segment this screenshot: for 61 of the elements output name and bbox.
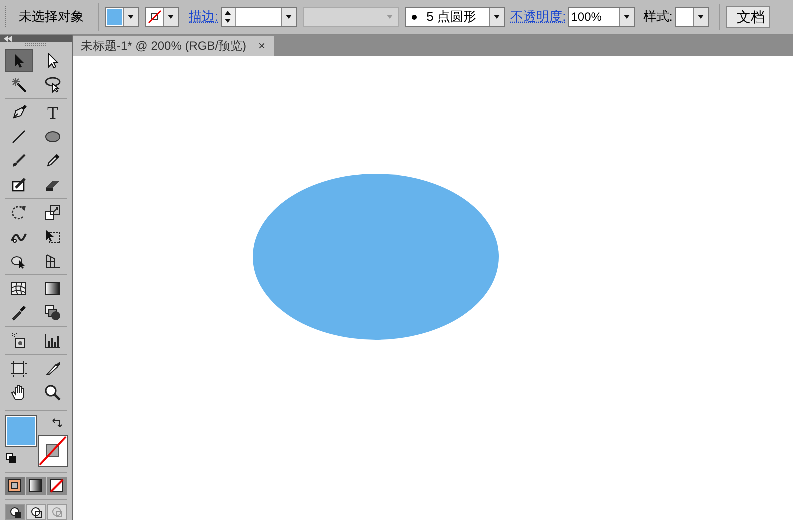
magic-wand-icon [11, 76, 27, 92]
perspective-grid-icon [45, 252, 61, 268]
drawing-mode-button[interactable] [26, 504, 46, 520]
gradient-icon [45, 280, 61, 296]
artboard-icon [11, 360, 27, 376]
style-label: 样式: [643, 8, 673, 26]
stroke-link[interactable]: 描边: [189, 7, 219, 27]
no-stroke-icon [39, 436, 67, 466]
ellipse-icon [45, 128, 61, 144]
default-colors-icon[interactable] [6, 453, 16, 463]
eyedropper-icon [11, 304, 27, 320]
mesh-icon [11, 280, 27, 296]
document-tab[interactable]: 未标题-1* @ 200% (RGB/预览) × [73, 36, 274, 56]
draw-mode-button[interactable] [47, 477, 67, 495]
no-stroke-icon [148, 10, 162, 24]
opacity-field[interactable]: 100% [568, 7, 636, 27]
draw-mode-button[interactable] [5, 477, 25, 495]
grip-icon[interactable] [4, 6, 7, 28]
draw-behind-icon [30, 506, 42, 518]
dropdown-button[interactable] [280, 8, 296, 26]
style-dropdown[interactable] [674, 7, 709, 27]
pen-nib-icon [11, 104, 27, 120]
selection-status: 未选择对象 [13, 3, 99, 31]
symbol-sprayer-icon [11, 332, 27, 348]
document-setup-button[interactable]: 文档 [726, 6, 770, 28]
line-segment-icon [11, 128, 27, 144]
zoom-icon [45, 384, 61, 400]
close-button[interactable]: × [258, 37, 266, 55]
no-fill-mode-icon [50, 479, 64, 493]
draw-inside-icon [50, 506, 64, 518]
grip-icon[interactable] [25, 43, 47, 46]
stroke-weight-field[interactable] [220, 7, 297, 27]
blob-brush-icon [11, 176, 27, 192]
lasso-icon [45, 76, 61, 92]
blend-icon [45, 304, 61, 320]
rotate-icon [11, 204, 27, 220]
drawing-mode-button[interactable] [5, 504, 25, 520]
stroke-color-swatch[interactable] [38, 435, 68, 467]
hand-icon [11, 384, 27, 400]
scale-icon [45, 204, 61, 220]
swap-arrows-icon[interactable] [51, 417, 63, 429]
slice-knife-icon [45, 360, 61, 376]
dropdown-button[interactable] [163, 8, 178, 26]
bar-graph-icon [45, 332, 61, 348]
brush-profile-dropdown[interactable]: 5 点圆形 [404, 7, 505, 27]
dropdown-button[interactable] [488, 8, 504, 26]
draw-mode-button[interactable] [26, 477, 46, 495]
free-transform-icon [45, 228, 61, 244]
dropdown-button[interactable] [692, 8, 708, 26]
draw-normal-icon [8, 506, 22, 518]
fill-color-swatch[interactable] [6, 416, 36, 446]
stroke-swatch-dropdown[interactable] [145, 7, 179, 27]
spinner-icon [224, 10, 232, 24]
gradient-mode-icon [29, 479, 43, 493]
tool-button[interactable]: T [39, 101, 67, 124]
paintbrush-icon [11, 152, 27, 168]
pencil-icon [45, 152, 61, 168]
color-mode-icon [8, 479, 22, 493]
opacity-link[interactable]: 不透明度: [510, 7, 566, 27]
dropdown-button[interactable] [619, 8, 634, 26]
fill-swatch-dropdown[interactable] [105, 7, 139, 27]
